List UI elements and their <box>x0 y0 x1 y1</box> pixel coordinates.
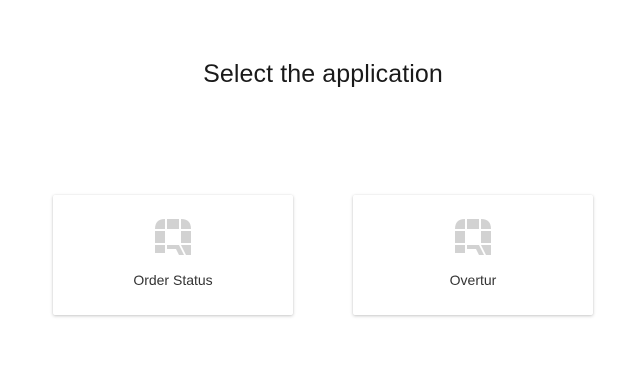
app-card-label: Overtur <box>449 272 497 288</box>
app-card-order-status[interactable]: Order Status <box>53 195 293 315</box>
app-logo-icon <box>455 219 491 255</box>
app-logo-icon <box>155 219 191 255</box>
app-card-overtur[interactable]: Overtur <box>353 195 593 315</box>
page-title: Select the application <box>203 60 443 88</box>
application-selector-page: Select the application Order Status Over… <box>0 0 635 376</box>
app-card-label: Order Status <box>133 272 213 288</box>
